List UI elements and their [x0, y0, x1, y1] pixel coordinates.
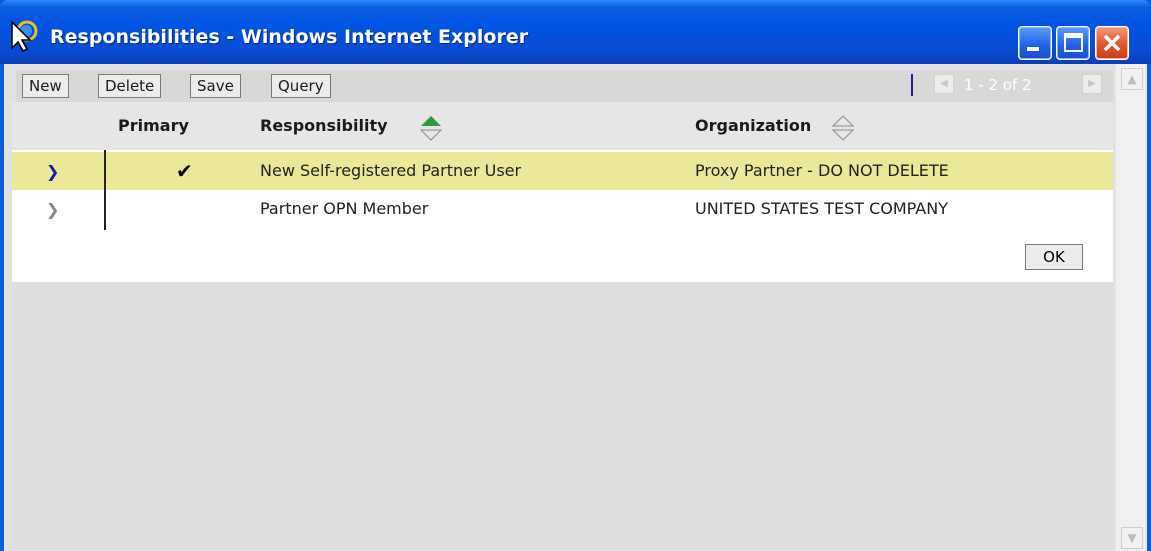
table-header: Primary Responsibility Organization: [12, 102, 1113, 150]
table-row[interactable]: ❯ Partner OPN Member UNITED STATES TEST …: [12, 190, 1113, 228]
record-count: 1 - 2 of 2: [964, 76, 1032, 94]
close-icon: [1103, 34, 1121, 52]
maximize-button[interactable]: [1056, 26, 1090, 60]
browser-window: Responsibilities - Windows Internet Expl…: [0, 0, 1151, 551]
chevron-left-icon: ◀: [940, 78, 948, 89]
table-row[interactable]: ❯ ✔ New Self-registered Partner User Pro…: [12, 152, 1113, 190]
dialog-content: New Delete Save Query ◀ 1 - 2 of 2 ▶ Pri…: [4, 64, 1147, 551]
ok-button[interactable]: OK: [1025, 244, 1083, 270]
responsibilities-table: Primary Responsibility Organization ❯ ✔ …: [12, 102, 1113, 292]
minimize-button[interactable]: [1018, 26, 1052, 60]
row-selector-divider: [104, 150, 106, 230]
responsibility-cell: New Self-registered Partner User: [260, 161, 522, 180]
scroll-up-button[interactable]: ▲: [1121, 68, 1143, 90]
sort-neutral-icon[interactable]: [832, 112, 854, 146]
title-bar[interactable]: Responsibilities - Windows Internet Expl…: [0, 0, 1151, 64]
column-header-responsibility[interactable]: Responsibility: [260, 116, 388, 135]
row-selector-icon[interactable]: ❯: [46, 200, 59, 219]
chevron-down-icon: ▼: [1127, 531, 1137, 545]
scroll-down-button[interactable]: ▼: [1121, 527, 1143, 549]
previous-page-button[interactable]: ◀: [934, 74, 954, 94]
delete-button[interactable]: Delete: [98, 74, 162, 98]
save-button[interactable]: Save: [190, 74, 241, 98]
window-title: Responsibilities - Windows Internet Expl…: [50, 26, 529, 48]
query-button[interactable]: Query: [271, 74, 331, 98]
next-page-button[interactable]: ▶: [1082, 74, 1102, 94]
close-button[interactable]: [1095, 26, 1129, 60]
ie-logo-icon: [11, 20, 38, 52]
maximize-icon: [1064, 33, 1083, 52]
empty-panel: [12, 282, 1113, 548]
checkmark-icon: ✔: [176, 159, 193, 183]
organization-cell: UNITED STATES TEST COMPANY: [695, 199, 948, 218]
organization-cell: Proxy Partner - DO NOT DELETE: [695, 161, 949, 180]
vertical-scrollbar[interactable]: ▲ ▼: [1115, 64, 1147, 551]
new-button[interactable]: New: [22, 74, 69, 98]
responsibility-cell: Partner OPN Member: [260, 199, 429, 218]
column-header-primary[interactable]: Primary: [118, 116, 189, 135]
chevron-right-icon: ▶: [1088, 78, 1096, 89]
toolbar-divider: [911, 74, 913, 96]
sort-ascending-icon[interactable]: [420, 112, 442, 146]
minimize-icon: [1027, 47, 1039, 51]
chevron-up-icon: ▲: [1127, 72, 1137, 86]
row-selector-icon[interactable]: ❯: [46, 162, 59, 181]
column-header-organization[interactable]: Organization: [695, 116, 811, 135]
toolbar: New Delete Save Query ◀ 1 - 2 of 2 ▶: [16, 70, 1113, 102]
